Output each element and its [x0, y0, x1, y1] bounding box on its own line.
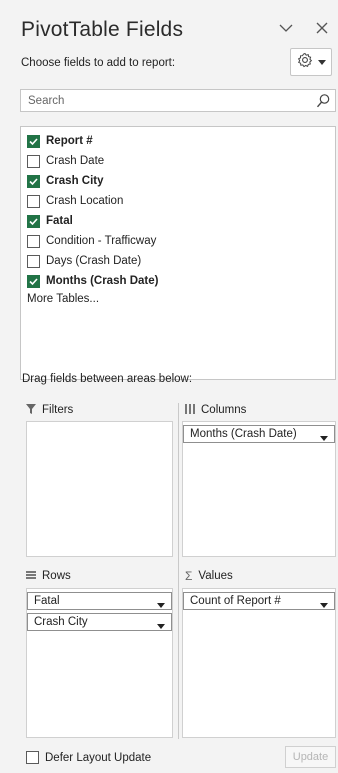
field-item-crash-date[interactable]: Crash Date	[27, 151, 104, 171]
field-label: Report #	[46, 135, 93, 147]
field-list: Report # Crash Date Crash City Crash Loc…	[20, 126, 336, 380]
filters-label: Filters	[42, 404, 74, 416]
rows-field-pill[interactable]: Fatal	[27, 592, 172, 610]
filter-icon	[26, 403, 36, 417]
search-icon[interactable]	[315, 93, 331, 109]
field-label: Crash Date	[46, 155, 105, 167]
tools-button[interactable]	[290, 48, 332, 76]
choose-fields-label: Choose fields to add to report:	[21, 57, 176, 69]
field-item-report-number[interactable]: Report #	[27, 131, 93, 151]
field-checkbox[interactable]	[27, 274, 40, 288]
update-button[interactable]: Update	[285, 746, 336, 768]
drag-fields-label: Drag fields between areas below:	[22, 373, 193, 385]
field-item-condition-trafficway[interactable]: Condition - Trafficway	[27, 231, 156, 251]
field-label: Condition - Trafficway	[46, 235, 157, 247]
sigma-icon: Σ	[185, 569, 193, 583]
pill-label: Months (Crash Date)	[190, 428, 297, 440]
dropdown-arrow-icon[interactable]	[157, 620, 165, 632]
field-checkbox[interactable]	[27, 154, 40, 168]
field-item-fatal[interactable]: Fatal	[27, 211, 73, 231]
pill-label: Fatal	[34, 595, 60, 607]
columns-icon	[185, 403, 195, 417]
columns-area-header: Columns	[185, 400, 246, 420]
filters-drop-area[interactable]	[26, 421, 173, 557]
field-checkbox[interactable]	[27, 214, 40, 228]
rows-icon	[26, 570, 36, 583]
values-area-header: Σ Values	[185, 566, 233, 586]
field-item-crash-city[interactable]: Crash City	[27, 171, 104, 191]
pane-title: PivotTable Fields	[21, 18, 184, 41]
field-checkbox[interactable]	[27, 174, 40, 188]
values-drop-area[interactable]: Count of Report #	[182, 588, 336, 738]
dropdown-arrow-icon[interactable]	[320, 432, 328, 444]
field-label: Crash City	[46, 175, 104, 187]
values-field-pill[interactable]: Count of Report #	[183, 592, 335, 610]
field-checkbox[interactable]	[27, 134, 40, 148]
field-item-days-crash-date[interactable]: Days (Crash Date)	[27, 251, 141, 271]
area-vertical-divider	[178, 403, 179, 739]
field-item-months-crash-date[interactable]: Months (Crash Date)	[27, 271, 158, 291]
dropdown-arrow-icon	[317, 53, 326, 71]
columns-field-pill[interactable]: Months (Crash Date)	[183, 425, 335, 443]
more-tables-link[interactable]: More Tables...	[27, 293, 99, 305]
pill-label: Crash City	[34, 616, 88, 628]
chevron-down-icon[interactable]	[276, 20, 296, 36]
close-icon[interactable]	[314, 20, 330, 36]
field-label: Days (Crash Date)	[46, 255, 142, 267]
defer-label: Defer Layout Update	[45, 751, 152, 764]
search-box	[20, 89, 336, 112]
defer-layout-update[interactable]: Defer Layout Update	[26, 751, 151, 764]
rows-drop-area[interactable]: Fatal Crash City	[26, 588, 173, 738]
columns-label: Columns	[201, 404, 247, 416]
field-item-crash-location[interactable]: Crash Location	[27, 191, 123, 211]
pill-label: Count of Report #	[190, 595, 281, 607]
search-input[interactable]	[21, 90, 311, 111]
rows-field-pill[interactable]: Crash City	[27, 613, 172, 631]
gear-icon	[297, 52, 313, 73]
values-label: Values	[198, 570, 233, 582]
field-label: Crash Location	[46, 195, 124, 207]
field-checkbox[interactable]	[27, 194, 40, 208]
defer-checkbox[interactable]	[26, 751, 39, 764]
dropdown-arrow-icon[interactable]	[320, 599, 328, 611]
rows-area-header: Rows	[26, 566, 71, 586]
columns-drop-area[interactable]: Months (Crash Date)	[182, 421, 336, 557]
dropdown-arrow-icon[interactable]	[157, 599, 165, 611]
rows-label: Rows	[42, 570, 71, 582]
field-checkbox[interactable]	[27, 254, 40, 268]
field-label: Months (Crash Date)	[46, 275, 159, 287]
field-checkbox[interactable]	[27, 234, 40, 248]
field-label: Fatal	[46, 215, 73, 227]
filters-area-header: Filters	[26, 400, 73, 420]
